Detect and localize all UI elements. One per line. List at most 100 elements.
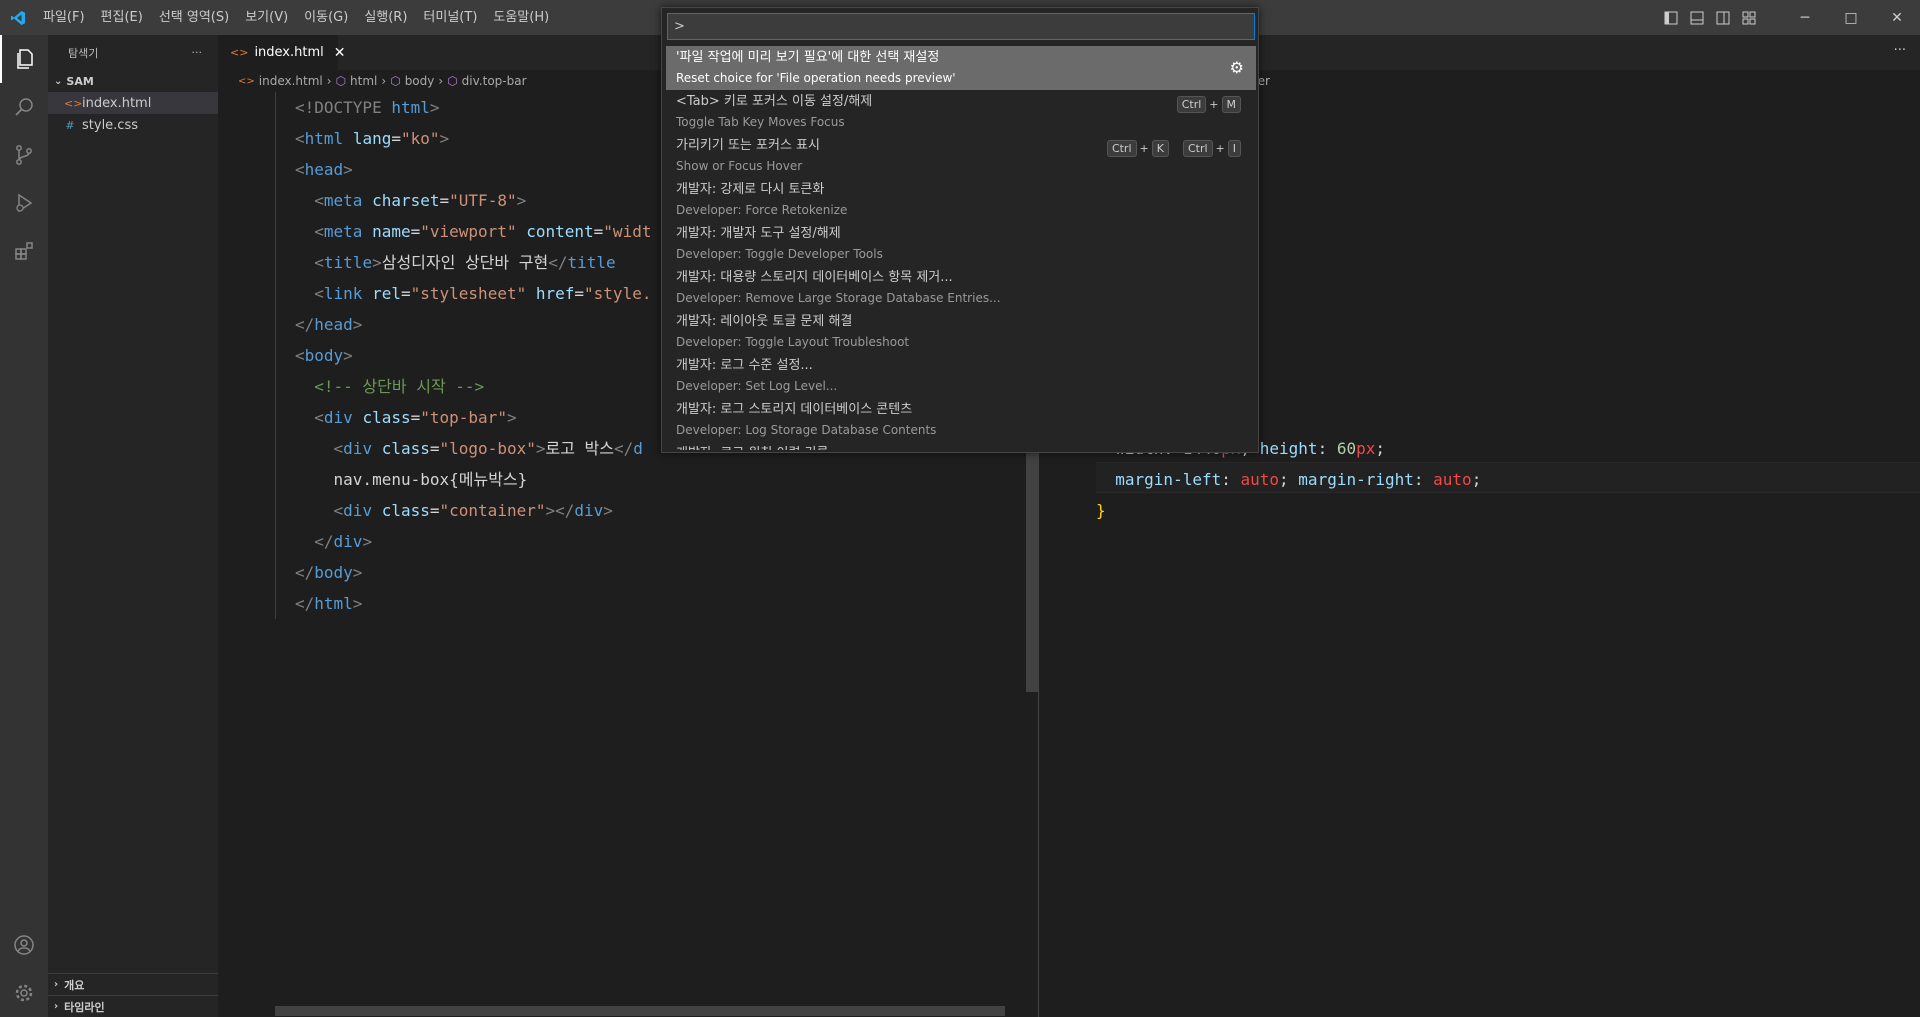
close-window-button[interactable]: ✕ [1874, 0, 1920, 35]
code-token: height [1259, 439, 1318, 458]
horizontal-scrollbar[interactable] [275, 1006, 1005, 1016]
key-separator: + [1209, 98, 1219, 111]
code-line: <title>삼성디자인 상단바 구현</title [295, 247, 651, 278]
command-palette-input[interactable] [667, 13, 1255, 40]
command-item[interactable]: 개발자: 레이아웃 토글 문제 해결 Developer: Toggle Layo… [666, 310, 1256, 354]
menu-item[interactable]: 선택 영역(S) [151, 0, 237, 35]
code-token: name [372, 222, 411, 241]
code-token: "logo-box" [439, 439, 536, 458]
menu-item[interactable]: 편집(E) [93, 0, 151, 35]
breadcrumb-item[interactable]: div.top-bar [462, 74, 527, 88]
more-actions-icon[interactable]: ··· [192, 46, 203, 59]
editor-more-actions-icon[interactable]: ··· [1894, 43, 1906, 58]
code-area-html[interactable]: <!DOCTYPE html> <html lang="ko"> <head> <m… [295, 92, 651, 619]
toggle-sidebar-icon[interactable] [1660, 0, 1682, 35]
code-token: div [343, 501, 382, 520]
extensions-icon[interactable] [0, 227, 48, 275]
command-item[interactable]: 개발자: 로그 원칭 이력 기록 [666, 442, 1256, 450]
menu-item[interactable]: 이동(G) [296, 0, 356, 35]
code-token: > [506, 408, 517, 427]
code-token: ></ [545, 501, 575, 520]
outline-label: 개요 [64, 978, 85, 992]
vscode-window: 파일(F) 편집(E) 선택 영역(S) 보기(V) 이동(G) 실행(R) 터미널(T) 도… [0, 0, 1920, 1017]
code-line: <meta name="viewport" content="widt [295, 216, 651, 247]
minimize-button[interactable]: ─ [1782, 0, 1828, 35]
code-token: > [516, 191, 527, 210]
code-token: body [314, 563, 353, 582]
menu-item[interactable]: 터미널(T) [415, 0, 485, 35]
source-control-icon[interactable] [0, 131, 48, 179]
code-token: = [439, 191, 450, 210]
key-cap: M [1221, 96, 1241, 113]
menu-item[interactable]: 도움말(H) [485, 0, 557, 35]
command-item[interactable]: 개발자: 로그 수준 설정... Developer: Set Log Level… [666, 354, 1256, 398]
code-token: < [314, 408, 324, 427]
command-detail: Developer: Log Storage Database Contents [676, 423, 937, 437]
accounts-icon[interactable] [0, 921, 48, 969]
code-token: > [439, 129, 450, 148]
css-file-icon: # [65, 118, 75, 132]
command-list: '파일 작업에 미리 보기 필요'에 대한 선택 재설정 Reset choice… [666, 46, 1256, 450]
code-token: 삼성디자인 상단바 구현 [381, 253, 549, 272]
key-cap: I [1227, 140, 1241, 157]
command-item[interactable]: <Tab> 키로 포커스 이동 설정/해제 Toggle Tab Key Move… [666, 90, 1256, 134]
folder-name: SAM [66, 74, 94, 88]
title-bar-controls: ─ □ ✕ [1658, 0, 1920, 35]
command-item[interactable]: 개발자: 대용량 스토리지 데이터베이스 항목 제거... Developer: … [666, 266, 1256, 310]
code-line: <meta charset="UTF-8"> [295, 185, 651, 216]
code-token: </ [295, 315, 315, 334]
code-token: <!-- 상단바 시작 --> [314, 377, 485, 396]
menu-item[interactable]: 파일(F) [35, 0, 93, 35]
explorer-icon[interactable] [0, 35, 48, 83]
command-label: 개발자: 강제로 다시 토큰화 [676, 182, 825, 197]
code-token: px [1356, 439, 1376, 458]
command-item[interactable]: 개발자: 강제로 다시 토큰화 Developer: Force Retokeni… [666, 178, 1256, 222]
code-line: nav.menu-box{메뉴박스} [295, 464, 651, 495]
toggle-panel-icon[interactable] [1686, 0, 1708, 35]
command-item[interactable]: 개발자: 개발자 도구 설정/해제 Developer: Toggle Devel… [666, 222, 1256, 266]
code-token: body [304, 346, 344, 365]
menu-item[interactable]: 보기(V) [237, 0, 296, 35]
breadcrumb-item[interactable]: html [350, 74, 377, 88]
code-line: <div class="container"></div> [295, 495, 651, 526]
search-icon[interactable] [0, 83, 48, 131]
maximize-button[interactable]: □ [1828, 0, 1874, 35]
run-debug-icon[interactable] [0, 179, 48, 227]
key-cap: Ctrl [1106, 140, 1137, 157]
manage-gear-icon[interactable] [0, 969, 48, 1017]
toggle-secondary-sidebar-icon[interactable] [1712, 0, 1734, 35]
timeline-panel-header[interactable]: › 타임라인 [48, 995, 218, 1017]
code-token: > [343, 346, 353, 365]
code-token: <!DOCTYPE [295, 98, 392, 117]
command-item[interactable]: '파일 작업에 미리 보기 필요'에 대한 선택 재설정 Reset choice… [666, 46, 1256, 90]
code-token: : [1221, 470, 1241, 489]
activity-bar [0, 35, 48, 1017]
command-item[interactable]: 개발자: 로그 스토리지 데이터베이스 콘텐츠 Developer: Log St… [666, 398, 1256, 442]
workspace-folder[interactable]: ⌄ SAM [48, 70, 218, 92]
command-detail: Developer: Remove Large Storage Database… [676, 291, 1001, 305]
tab-index-html[interactable]: <> index.html ✕ [218, 35, 345, 70]
code-line: <div class="logo-box">로고 박스</d [295, 433, 651, 464]
close-icon[interactable]: ✕ [334, 45, 346, 61]
element-icon: ⬡ [390, 74, 401, 88]
code-token: > [362, 532, 373, 551]
code-token: "viewport" [420, 222, 527, 241]
file-item-style-css[interactable]: # style.css [48, 114, 218, 136]
code-line: </div> [295, 526, 651, 557]
code-line: </html> [295, 588, 651, 619]
code-token: div [323, 408, 363, 427]
breadcrumb-item[interactable]: body [405, 74, 435, 88]
file-item-index-html[interactable]: <> index.html [48, 92, 218, 114]
outline-panel-header[interactable]: › 개요 [48, 973, 218, 995]
code-token: d [633, 439, 643, 458]
breadcrumb-item[interactable]: index.html [259, 74, 323, 88]
command-item[interactable]: 가리키기 또는 포커스 표시 Show or Focus Hover Ctrl + K C… [666, 134, 1256, 178]
configure-keybinding-gear-icon[interactable]: ⚙ [1230, 58, 1244, 77]
menu-item[interactable]: 실행(R) [356, 0, 415, 35]
code-token: = [429, 439, 440, 458]
customize-layout-icon[interactable] [1738, 0, 1760, 35]
code-token: div [574, 501, 604, 520]
code-line: </body> [295, 557, 651, 588]
chevron-right-icon: › [54, 979, 59, 990]
